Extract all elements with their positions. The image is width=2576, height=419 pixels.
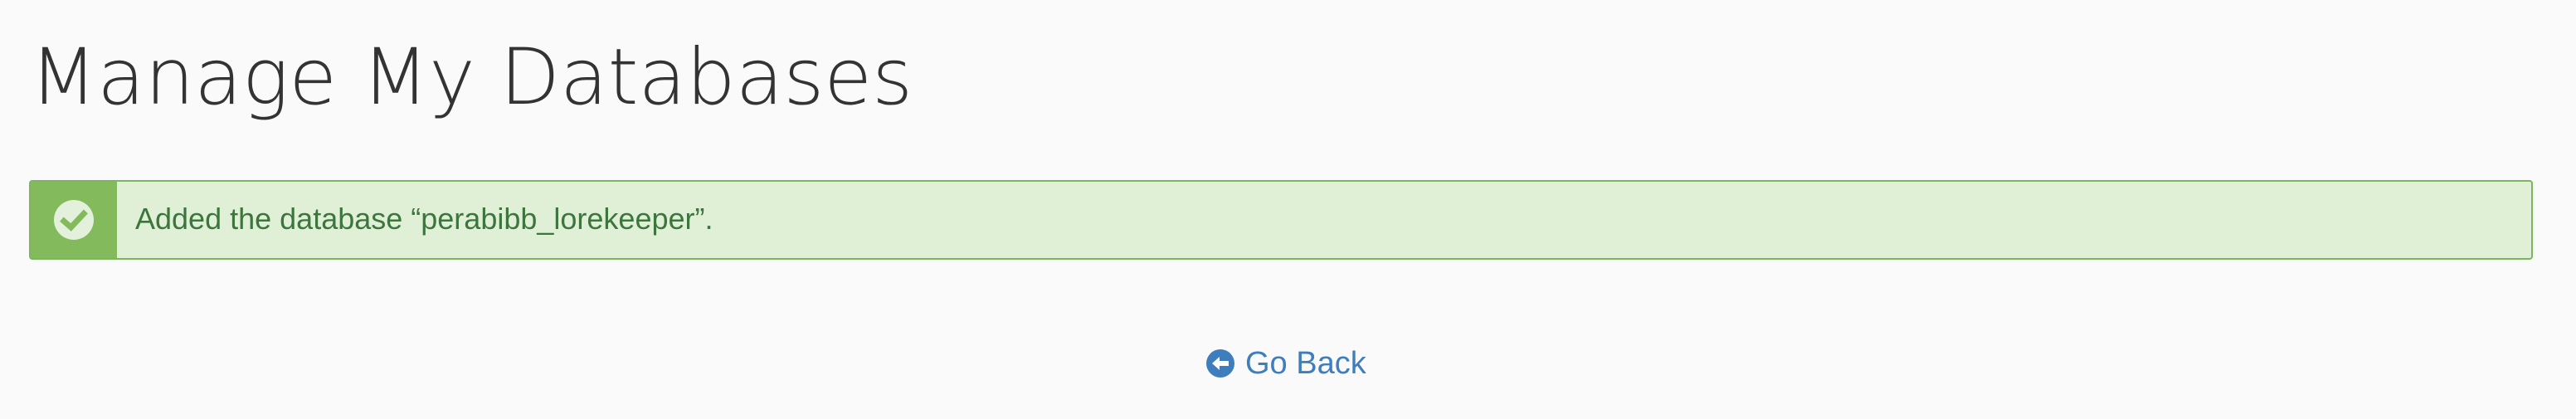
go-back-label: Go Back (1245, 345, 1366, 381)
check-circle-icon (54, 200, 94, 240)
arrow-circle-left-icon (1206, 349, 1234, 378)
success-alert: Added the database “perabibb_lorekeeper”… (29, 180, 2533, 260)
go-back-link[interactable]: Go Back (1205, 343, 1366, 383)
alert-message: Added the database “perabibb_lorekeeper”… (135, 201, 713, 236)
alert-icon-box (31, 182, 117, 258)
page-title: Manage My Databases (30, 32, 913, 123)
